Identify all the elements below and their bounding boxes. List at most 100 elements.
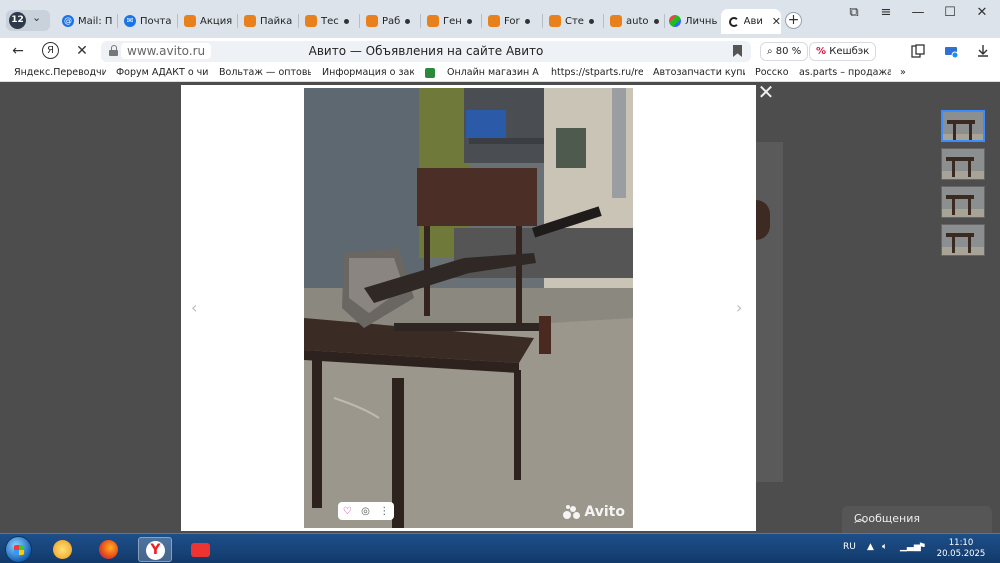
avito-icon <box>184 15 196 27</box>
tab-strip: 12 ⌄ @ Mail: П ✉ Почта Акция Пайка Тес Р… <box>0 0 1000 38</box>
tab-avito-3[interactable]: Тес <box>305 12 357 30</box>
tab-divider <box>603 14 604 28</box>
unread-dot <box>524 18 530 24</box>
thumbnail-1[interactable] <box>941 110 985 142</box>
more-bookmarks-button[interactable]: » <box>900 67 912 78</box>
taskbar: Y RU ▲ 🔈︎ ▁▃▅ ⚑ 11:10 20.05.2025 <box>0 533 1000 563</box>
heart-icon[interactable]: ♡ <box>343 506 352 517</box>
close-window-button[interactable]: ✕ <box>972 5 992 20</box>
prev-photo-button[interactable]: ‹ <box>191 298 197 317</box>
close-gallery-button[interactable]: ✕ <box>756 82 776 102</box>
address-toolbar: ← Я ✕ www.avito.ru Авито — Объявления на… <box>0 38 1000 64</box>
bookmark-item[interactable]: Росско <box>755 67 789 78</box>
stop-loading-button[interactable]: ✕ <box>73 42 91 60</box>
taskbar-yandex-browser-app[interactable]: Y <box>138 537 172 562</box>
loading-icon <box>729 16 739 27</box>
bookmark-item[interactable]: Информация о зака <box>322 67 414 78</box>
show-hidden-icons[interactable]: ▲ <box>867 542 874 552</box>
thumbnail-strip <box>941 110 985 262</box>
camera-icon[interactable]: ◎ <box>361 506 370 517</box>
avito-icon <box>305 15 317 27</box>
mail-icon: ✉ <box>124 15 136 27</box>
taskbar-firefox-app[interactable] <box>92 537 126 562</box>
tab-label: auto <box>626 15 649 27</box>
tab-personal-account[interactable]: Личны <box>669 12 717 30</box>
start-button[interactable] <box>5 536 32 563</box>
tab-divider <box>298 14 299 28</box>
tab-groups-button[interactable]: 12 ⌄ <box>6 10 50 31</box>
avito-logo-icon <box>563 504 581 520</box>
tab-avito-5[interactable]: Ген <box>427 12 479 30</box>
tab-avito-active[interactable]: Ави ✕ <box>721 9 781 34</box>
thumbnail-2[interactable] <box>941 148 985 180</box>
photo-toolbar: ♡ ◎ ⋮ <box>338 502 394 520</box>
tab-avito-2[interactable]: Пайка <box>244 12 294 30</box>
tab-divider <box>420 14 421 28</box>
tab-divider <box>664 14 665 28</box>
avito-icon <box>549 15 561 27</box>
thumbnail-4[interactable] <box>941 224 985 256</box>
system-clock[interactable]: 11:10 20.05.2025 <box>934 538 988 560</box>
listing-photo[interactable]: ♡ ◎ ⋮ Avito <box>304 88 633 528</box>
tab-avito-6[interactable]: For <box>488 12 540 30</box>
tab-avito-4[interactable]: Раб <box>366 12 418 30</box>
minimize-button[interactable]: — <box>908 5 928 20</box>
close-tab-icon[interactable]: ✕ <box>772 15 781 28</box>
unread-dot <box>653 18 659 24</box>
search-icon: ⌕ <box>767 46 773 57</box>
lk-icon <box>669 15 681 27</box>
new-tab-button[interactable]: + <box>785 12 802 29</box>
tab-avito-1[interactable]: Акция <box>184 12 232 30</box>
tab-label: Личны <box>685 15 717 27</box>
extension-icon[interactable] <box>944 44 958 58</box>
back-button[interactable]: ← <box>9 42 27 60</box>
avito-watermark: Avito <box>563 504 625 520</box>
zoom-level: 80 % <box>775 46 802 57</box>
collections-icon[interactable]: ⧉ <box>844 5 864 20</box>
more-options-icon[interactable]: ⋮ <box>379 506 389 517</box>
bookmark-item[interactable]: Онлайн магазин AU <box>447 67 539 78</box>
tab-label: Mail: П <box>78 15 112 27</box>
tab-avito-8[interactable]: auto <box>610 12 662 30</box>
avito-icon <box>244 15 256 27</box>
cashback-button[interactable]: % Кешбэк <box>809 42 877 61</box>
tab-label: Ген <box>443 15 462 27</box>
download-icon[interactable] <box>976 44 990 58</box>
keyboard-icon <box>191 543 210 557</box>
tab-label: Сте <box>565 15 584 27</box>
photo-gallery-modal: ‹ › ♡ ◎ ⋮ Avito <box>181 85 756 531</box>
volume-icon[interactable]: 🔈︎ <box>882 542 887 552</box>
next-photo-button[interactable]: › <box>736 298 742 317</box>
bookmark-item[interactable]: Яндекс.Переводчик <box>14 67 106 78</box>
menu-icon[interactable]: ≡ <box>876 5 896 20</box>
messages-panel[interactable]: Сообщения ︿ <box>842 506 992 533</box>
bookmark-item[interactable]: https://stparts.ru/re <box>551 67 643 78</box>
notification-icon[interactable]: ⚑ <box>918 542 926 552</box>
bookmark-item[interactable]: Форум АДАКТ о чи <box>116 67 208 78</box>
maximize-button[interactable]: ☐ <box>940 5 960 20</box>
address-bar[interactable]: www.avito.ru Авито — Объявления на сайте… <box>101 41 751 62</box>
tab-mail-1[interactable]: @ Mail: П <box>62 12 112 30</box>
tab-avito-7[interactable]: Сте <box>549 12 601 30</box>
tab-label: Ави <box>743 16 762 27</box>
bookmark-item[interactable]: Вольтаж — оптовые <box>219 67 311 78</box>
yandex-icon[interactable]: Я <box>42 42 59 59</box>
clock-date: 20.05.2025 <box>936 549 986 559</box>
yandex-browser-icon: Y <box>146 541 165 560</box>
zoom-button[interactable]: ⌕ 80 % <box>760 42 809 61</box>
unread-dot <box>588 18 594 24</box>
chevron-up-icon[interactable]: ︿ <box>854 509 980 526</box>
language-indicator[interactable]: RU <box>843 542 856 552</box>
unread-dot <box>343 18 349 24</box>
tab-mail-2[interactable]: ✉ Почта <box>124 12 172 30</box>
taskbar-paint-app[interactable] <box>46 537 80 562</box>
tab-label: For <box>504 15 520 27</box>
taskbar-keyboard-app[interactable] <box>184 537 218 562</box>
listing-card-behind <box>756 142 783 482</box>
bookmarks-panel-icon[interactable] <box>911 44 925 58</box>
tab-divider <box>542 14 543 28</box>
clock-time: 11:10 <box>948 538 974 548</box>
bookmark-item[interactable]: as.parts – продажа г <box>799 67 891 78</box>
bookmark-item[interactable]: Автозапчасти купит <box>653 67 745 78</box>
thumbnail-3[interactable] <box>941 186 985 218</box>
